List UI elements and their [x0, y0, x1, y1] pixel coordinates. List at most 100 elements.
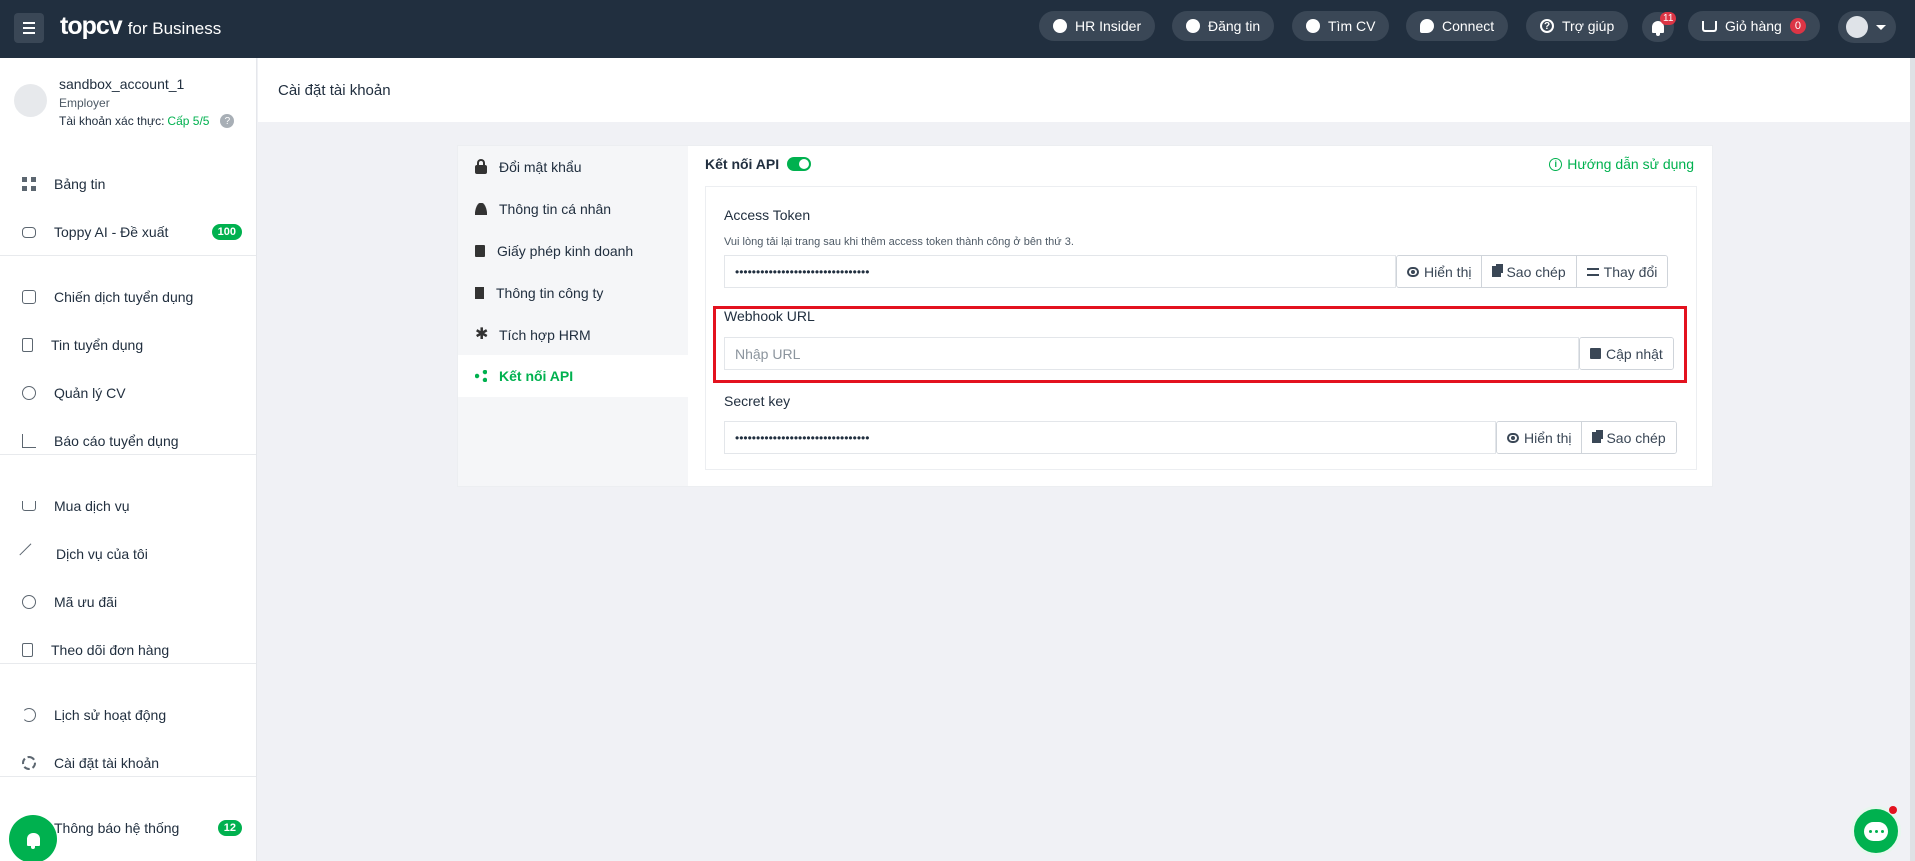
- profile-block: sandbox_account_1 Employer Tài khoản xác…: [14, 76, 235, 128]
- cart-button[interactable]: Giỏ hàng 0: [1688, 11, 1820, 41]
- account-role: Employer: [59, 96, 110, 110]
- document-icon: [22, 338, 33, 352]
- eye-icon: [1507, 432, 1519, 443]
- hr-insider-button[interactable]: HR Insider: [1039, 11, 1156, 41]
- divider: [0, 663, 256, 664]
- compass-icon: [1306, 19, 1320, 33]
- api-heading: Kết nối API: [705, 156, 812, 172]
- page-title: Cài đặt tài khoản: [278, 82, 391, 99]
- settings-tab-change-password[interactable]: Đổi mật khẩu: [458, 146, 688, 188]
- divider: [0, 776, 256, 777]
- brand-suffix: for Business: [127, 19, 222, 38]
- sidebar-item-job-posts[interactable]: Tin tuyển dụng: [0, 325, 256, 365]
- sidebar-item-coupons[interactable]: Mã ưu đãi: [0, 582, 256, 622]
- grid-icon: [22, 177, 36, 191]
- notification-count-badge: 11: [1660, 12, 1677, 25]
- topcv-logo[interactable]: topcv for Business: [60, 12, 221, 41]
- history-icon: [22, 708, 36, 722]
- sidebar-item-my-services[interactable]: Dịch vụ của tôi: [0, 534, 256, 574]
- divider: [0, 454, 256, 455]
- verification-status: Tài khoản xác thực: Cấp 5/5 ?: [59, 114, 235, 128]
- chevron-down-icon: [1876, 24, 1886, 30]
- sidebar-item-account-settings[interactable]: Cài đặt tài khoản: [0, 743, 256, 783]
- secret-key-copy-button[interactable]: Sao chép: [1582, 422, 1676, 453]
- settings-tab-hrm-integration[interactable]: ✱ Tích hợp HRM: [458, 314, 688, 356]
- copy-icon: [1492, 266, 1502, 277]
- secret-key-label: Secret key: [724, 393, 791, 409]
- floating-notification-button[interactable]: [9, 815, 57, 861]
- account-menu-button[interactable]: [1838, 11, 1896, 43]
- settings-tab-api-connect[interactable]: Kết nối API: [458, 355, 688, 397]
- api-toggle[interactable]: [787, 157, 812, 171]
- robot-icon: [22, 226, 36, 238]
- sidebar-item-orders[interactable]: Theo dõi đơn hàng: [0, 630, 256, 670]
- connect-button[interactable]: Connect: [1406, 11, 1509, 41]
- post-job-button[interactable]: Đăng tin: [1172, 11, 1275, 41]
- help-icon[interactable]: ?: [220, 114, 235, 128]
- briefcase-icon: [22, 290, 36, 304]
- sidebar-item-dashboard[interactable]: Bảng tin: [0, 164, 256, 204]
- toppy-ai-count-badge: 100: [211, 224, 242, 240]
- find-cv-button[interactable]: Tìm CV: [1292, 11, 1390, 41]
- top-navigation-bar: topcv for Business HR Insider Đăng tin T…: [0, 0, 1915, 58]
- asterisk-icon: ✱: [475, 326, 489, 343]
- gear-icon: [22, 756, 36, 770]
- chat-bubble-icon: [1864, 821, 1888, 841]
- info-icon: i: [1549, 157, 1563, 171]
- sidebar: sandbox_account_1 Employer Tài khoản xác…: [0, 58, 257, 861]
- cart-count-badge: 0: [1789, 18, 1806, 34]
- copy-icon: [1592, 432, 1602, 443]
- avatar: [14, 84, 47, 117]
- secret-key-field[interactable]: ••••••••••••••••••••••••••••••••: [724, 421, 1496, 454]
- sidebar-item-cv-manage[interactable]: Quản lý CV: [0, 373, 256, 413]
- settings-tab-business-license[interactable]: Giấy phép kinh doanh: [458, 230, 688, 272]
- access-token-hint: Vui lòng tải lại trang sau khi thêm acce…: [724, 236, 1074, 248]
- usage-guide-link[interactable]: i Hướng dẫn sử dụng: [1549, 156, 1694, 172]
- coupon-icon: [22, 595, 36, 609]
- user-circle-icon: [22, 386, 36, 400]
- secret-key-show-button[interactable]: Hiển thị: [1497, 422, 1583, 453]
- sidebar-item-toppy-ai[interactable]: Toppy AI - Đề xuất 100: [0, 212, 256, 252]
- access-token-change-button[interactable]: Thay đổi: [1576, 256, 1668, 287]
- cart-icon: [22, 501, 36, 511]
- hamburger-icon: [23, 22, 35, 24]
- system-notice-count-badge: 12: [217, 820, 242, 836]
- sidebar-item-buy-services[interactable]: Mua dịch vụ: [0, 486, 256, 526]
- magic-wand-icon: [19, 543, 41, 565]
- avatar: [1846, 16, 1868, 38]
- compass-icon: [1186, 19, 1200, 33]
- share-icon: [475, 370, 487, 382]
- chat-icon: [1420, 19, 1434, 33]
- access-token-show-button[interactable]: Hiển thị: [1397, 256, 1483, 287]
- bell-icon: [26, 832, 40, 849]
- chart-icon: [22, 434, 36, 448]
- webhook-highlight-box: [713, 306, 1687, 383]
- sidebar-item-campaigns[interactable]: Chiến dịch tuyển dụng: [0, 277, 256, 317]
- settings-nav: Đổi mật khẩu Thông tin cá nhân Giấy phép…: [458, 146, 688, 486]
- compass-icon: [1053, 19, 1067, 33]
- scrollbar[interactable]: [1910, 58, 1915, 861]
- content-header: Cài đặt tài khoản: [258, 58, 1910, 122]
- account-name: sandbox_account_1: [59, 76, 185, 92]
- verification-level[interactable]: Cấp 5/5: [167, 114, 209, 128]
- receipt-icon: [22, 643, 33, 657]
- help-button[interactable]: Trợ giúp: [1526, 11, 1629, 41]
- user-icon: [475, 203, 487, 215]
- lock-icon: [475, 158, 487, 174]
- access-token-copy-button[interactable]: Sao chép: [1482, 256, 1577, 287]
- secret-key-actions: Hiển thị Sao chép: [1496, 421, 1677, 454]
- settings-tab-personal-info[interactable]: Thông tin cá nhân: [458, 188, 688, 230]
- access-token-actions: Hiển thị Sao chép Thay đổi: [1396, 255, 1669, 288]
- divider: [0, 255, 256, 256]
- access-token-field[interactable]: ••••••••••••••••••••••••••••••••: [724, 255, 1396, 288]
- chat-unread-dot: [1889, 806, 1897, 814]
- file-icon: [475, 245, 485, 257]
- brand-name: topcv: [60, 12, 123, 40]
- sidebar-item-activity-history[interactable]: Lịch sử hoạt động: [0, 695, 256, 735]
- cart-icon: [1702, 20, 1717, 32]
- settings-tab-company-info[interactable]: Thông tin công ty: [458, 272, 688, 314]
- sidebar-item-reports[interactable]: Báo cáo tuyển dụng: [0, 421, 256, 461]
- swap-icon: [1586, 267, 1599, 276]
- access-token-label: Access Token: [724, 207, 811, 223]
- menu-toggle-button[interactable]: [14, 13, 44, 43]
